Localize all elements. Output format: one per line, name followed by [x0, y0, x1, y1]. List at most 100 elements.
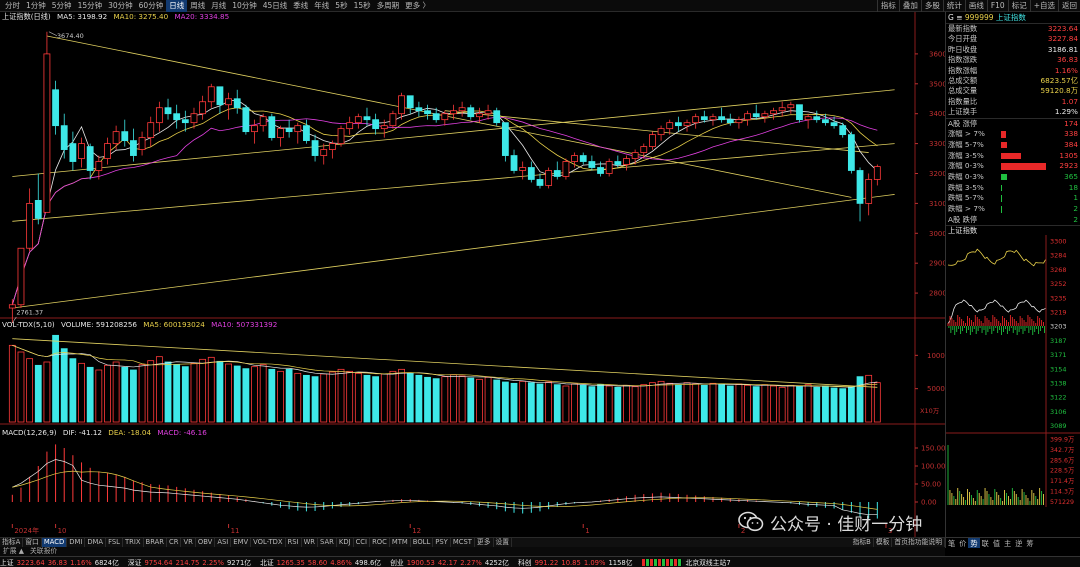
toolbar-button[interactable]: 画线: [964, 0, 987, 12]
candle[interactable]: [640, 146, 648, 153]
candle[interactable]: [415, 107, 423, 112]
candle[interactable]: [121, 131, 129, 142]
volume-bar[interactable]: [467, 377, 475, 423]
candle[interactable]: [389, 113, 397, 127]
toolbar-button[interactable]: +自选: [1029, 0, 1058, 12]
candle[interactable]: [259, 116, 267, 127]
indicator-tab[interactable]: CR: [167, 538, 182, 547]
volume-bar[interactable]: [346, 370, 354, 423]
indicator-tab[interactable]: CCI: [354, 538, 371, 547]
period-tab[interactable]: 15分钟: [75, 0, 106, 12]
candle[interactable]: [337, 128, 345, 144]
volume-bar[interactable]: [8, 344, 16, 423]
volume-bar[interactable]: [744, 384, 751, 423]
candle[interactable]: [138, 137, 146, 150]
candle[interactable]: [510, 155, 518, 171]
indicator-tab[interactable]: VOL-TDX: [251, 538, 286, 547]
volume-bar[interactable]: [242, 368, 250, 423]
candle[interactable]: [199, 101, 207, 115]
toolbar-button[interactable]: 标记: [1007, 0, 1030, 12]
candle[interactable]: [493, 110, 501, 124]
indicator-tab[interactable]: PSY: [433, 538, 451, 547]
market-index-group[interactable]: 北证 1265.35 58.60 4.86% 498.6亿: [260, 557, 384, 567]
candle[interactable]: [873, 166, 881, 180]
volume-bar[interactable]: [251, 366, 258, 423]
candle[interactable]: [277, 128, 284, 139]
candle[interactable]: [700, 116, 708, 121]
candle[interactable]: [605, 161, 613, 174]
market-index-group[interactable]: 深证 9754.64 214.75 2.25% 9271亿: [128, 557, 254, 567]
panel-function-tab[interactable]: 联: [980, 538, 991, 548]
market-index-group[interactable]: 创业 1900.53 42.17 2.27% 4252亿: [390, 557, 512, 567]
candle[interactable]: [303, 125, 310, 142]
volume-bar[interactable]: [692, 383, 700, 423]
volume-bar[interactable]: [328, 371, 336, 423]
volume-bar[interactable]: [207, 356, 215, 423]
candle[interactable]: [441, 113, 449, 121]
volume-bar[interactable]: [752, 386, 760, 423]
toolbar-button[interactable]: 叠加: [898, 0, 921, 12]
volume-bar[interactable]: [432, 378, 440, 423]
period-tab[interactable]: 30分钟: [105, 0, 136, 12]
candle[interactable]: [86, 146, 94, 171]
panel-function-tab[interactable]: 筹: [1024, 538, 1035, 548]
candle[interactable]: [822, 119, 829, 124]
volume-bar[interactable]: [787, 384, 795, 423]
candle[interactable]: [597, 167, 604, 174]
volume-bar[interactable]: [545, 381, 553, 423]
volume-bar[interactable]: [173, 364, 181, 423]
candle[interactable]: [95, 161, 103, 171]
candle[interactable]: [735, 119, 743, 124]
volume-bar[interactable]: [510, 382, 518, 423]
volume-bar[interactable]: [597, 384, 604, 423]
volume-bar[interactable]: [536, 383, 544, 423]
indicator-tab[interactable]: TRIX: [123, 538, 144, 547]
candle[interactable]: [545, 170, 553, 186]
candle[interactable]: [467, 107, 475, 118]
volume-bar[interactable]: [415, 374, 423, 423]
expand-link[interactable]: 关联报价: [27, 547, 60, 556]
candle[interactable]: [813, 116, 821, 121]
volume-bar[interactable]: [354, 372, 362, 423]
volume-bar[interactable]: [822, 385, 829, 423]
candle[interactable]: [649, 134, 656, 147]
candle[interactable]: [251, 125, 258, 133]
candle[interactable]: [536, 179, 544, 186]
candle[interactable]: [8, 304, 16, 309]
indicator-tab[interactable]: FSL: [106, 538, 123, 547]
volume-bar[interactable]: [121, 366, 129, 423]
toolbar-button[interactable]: F10: [986, 0, 1008, 12]
volume-bar[interactable]: [847, 386, 855, 423]
indicator-tab[interactable]: RSI: [286, 538, 302, 547]
toolbar-button[interactable]: 指标: [876, 0, 899, 12]
candle[interactable]: [285, 128, 293, 133]
candle[interactable]: [562, 161, 570, 177]
volume-bar[interactable]: [69, 358, 77, 423]
period-tab[interactable]: 15秒: [351, 0, 374, 12]
volume-bar[interactable]: [527, 382, 535, 423]
candle[interactable]: [112, 131, 120, 144]
candle[interactable]: [726, 119, 734, 124]
candle[interactable]: [147, 122, 155, 139]
indicator-tab[interactable]: OBV: [196, 538, 216, 547]
volume-bar[interactable]: [796, 386, 803, 423]
period-tab[interactable]: 日线: [166, 0, 188, 12]
indicator-tab[interactable]: MTM: [390, 538, 411, 547]
panel-function-tab[interactable]: 势: [968, 538, 980, 548]
period-tab[interactable]: 年线: [311, 0, 332, 12]
volume-bar[interactable]: [579, 384, 587, 423]
volume-bar[interactable]: [320, 373, 328, 423]
mini-intraday-chart[interactable]: 3300 3284 3268 3252 3235 3219 3203 3187 3171 3154…: [946, 235, 1080, 508]
candle[interactable]: [501, 122, 509, 156]
volume-bar[interactable]: [60, 348, 68, 423]
indicator-tab[interactable]: 更多: [475, 538, 494, 547]
panel-function-tab[interactable]: 逆: [1013, 538, 1024, 548]
volume-bar[interactable]: [571, 383, 578, 423]
volume-bar[interactable]: [614, 386, 622, 423]
volume-bar[interactable]: [770, 385, 777, 423]
volume-bar[interactable]: [674, 384, 682, 423]
candle[interactable]: [26, 202, 34, 249]
volume-bar[interactable]: [380, 373, 388, 423]
volume-bar[interactable]: [726, 385, 734, 423]
candle[interactable]: [458, 107, 466, 112]
